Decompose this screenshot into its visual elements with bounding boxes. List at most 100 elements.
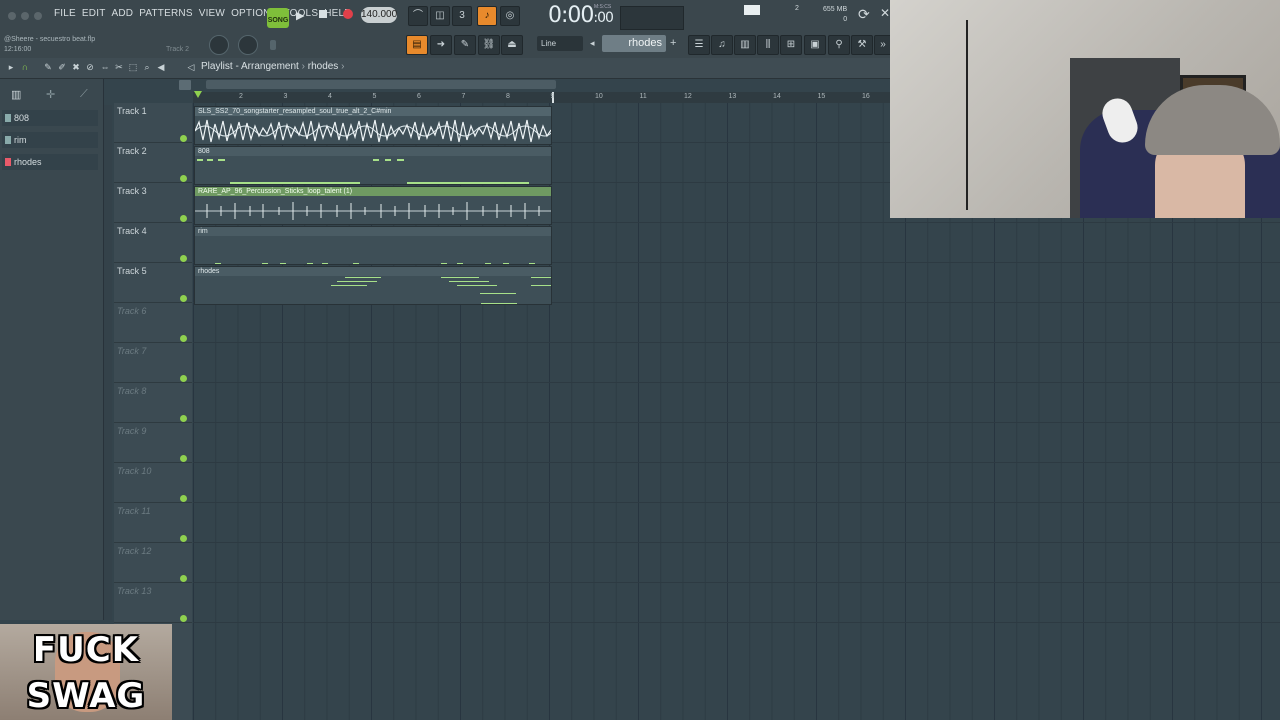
window-maximize-icon[interactable] xyxy=(34,12,42,20)
wait-input-icon[interactable]: ◫ xyxy=(430,6,450,26)
master-volume-knob[interactable] xyxy=(209,35,229,55)
arrow-right-icon[interactable]: ➜ xyxy=(430,35,452,55)
master-pitch-knob[interactable] xyxy=(238,35,258,55)
track-mute-led-icon[interactable] xyxy=(180,135,187,142)
menu-add[interactable]: ADD xyxy=(112,8,134,19)
master-slider[interactable] xyxy=(270,40,276,50)
delete-tool-icon[interactable]: ✖ xyxy=(71,62,81,72)
track-label[interactable]: Track 7 xyxy=(117,346,146,356)
clip-audio-track3[interactable]: RARE_AP_96_Percussion_Sticks_loop_talent… xyxy=(194,186,552,225)
pencil-icon[interactable]: ✎ xyxy=(454,35,476,55)
clip-pattern-808[interactable]: 808 xyxy=(194,146,552,185)
note xyxy=(322,263,328,264)
menu-edit[interactable]: EDIT xyxy=(82,8,106,19)
track-mute-led-icon[interactable] xyxy=(180,535,187,542)
tools-icon[interactable]: ⚒ xyxy=(851,35,873,55)
link-icon[interactable]: ⛓ xyxy=(478,35,500,55)
clipboard-icon[interactable]: ▣ xyxy=(804,35,826,55)
clip-audio-track1[interactable]: SLS_SS2_70_songstarter_resampled_soul_tr… xyxy=(194,106,552,145)
snap-selector[interactable]: Line xyxy=(537,36,583,51)
countdown-icon[interactable]: 3 xyxy=(452,6,472,26)
piano-roll-icon[interactable]: ♫ xyxy=(711,35,733,55)
mixer-icon[interactable]: ⫼ xyxy=(757,35,779,55)
track-label[interactable]: Track 10 xyxy=(117,466,151,476)
clip-pattern-rim[interactable]: rim xyxy=(194,226,552,265)
record-icon[interactable] xyxy=(343,9,353,19)
slice-tool-icon[interactable]: ✂ xyxy=(114,62,124,72)
playhead-marker-icon[interactable] xyxy=(194,91,202,98)
picker-item-label: rhodes xyxy=(14,157,42,167)
track-mute-led-icon[interactable] xyxy=(180,455,187,462)
track-mute-led-icon[interactable] xyxy=(180,575,187,582)
draw-tool-icon[interactable]: ✎ xyxy=(43,62,53,72)
tempo-display[interactable]: 140.000 xyxy=(361,7,397,23)
track-label[interactable]: Track 1 xyxy=(117,106,147,116)
track-mute-led-icon[interactable] xyxy=(180,215,187,222)
track-label[interactable]: Track 13 xyxy=(117,586,151,596)
playlist-view-icon[interactable] xyxy=(179,80,191,90)
channel-rack-icon[interactable]: ▥ xyxy=(734,35,756,55)
window-minimize-icon[interactable] xyxy=(21,12,29,20)
song-mode-button[interactable]: SONG xyxy=(267,8,289,28)
stamp-icon[interactable]: ⏏ xyxy=(501,35,523,55)
track-label[interactable]: Track 5 xyxy=(117,266,147,276)
back-arrow-icon[interactable]: ◁ xyxy=(186,62,196,72)
plugin-picker-icon[interactable]: ⚲ xyxy=(828,35,850,55)
track-label[interactable]: Track 4 xyxy=(117,226,147,236)
track-label[interactable]: Track 8 xyxy=(117,386,146,396)
picker-scrollbar[interactable] xyxy=(104,105,112,620)
track-mute-led-icon[interactable] xyxy=(180,335,187,342)
track-mute-led-icon[interactable] xyxy=(180,255,187,262)
step-edit-icon[interactable]: ♪ xyxy=(477,6,497,26)
magnet-icon[interactable]: ∩ xyxy=(20,62,30,72)
pattern-selector[interactable]: rhodes xyxy=(602,35,666,52)
audio-picker-icon[interactable]: ✛ xyxy=(46,88,55,101)
mute-tool-icon[interactable]: ⊘ xyxy=(85,62,95,72)
playlist-icon[interactable]: ☰ xyxy=(688,35,710,55)
automation-picker-icon[interactable]: ⟋ xyxy=(80,88,88,101)
track-mute-led-icon[interactable] xyxy=(180,375,187,382)
track-mute-led-icon[interactable] xyxy=(180,295,187,302)
snap-icon[interactable]: ▤ xyxy=(406,35,428,55)
menu-file[interactable]: FILE xyxy=(54,8,76,19)
pattern-prev-icon[interactable]: ◂ xyxy=(590,38,595,49)
grid-row-line xyxy=(193,422,1280,423)
timeline-ruler[interactable] xyxy=(193,92,890,103)
add-pattern-icon[interactable]: + xyxy=(670,37,676,49)
blend-notes-icon[interactable]: ◎ xyxy=(500,6,520,26)
horizontal-scrollbar[interactable] xyxy=(206,80,556,89)
menu-patterns[interactable]: PATTERNS xyxy=(139,8,192,19)
metronome-icon[interactable]: ⌒ xyxy=(408,6,428,26)
track-mute-led-icon[interactable] xyxy=(180,175,187,182)
zoom-tool-icon[interactable]: ⌕ xyxy=(142,62,152,72)
close-plugin-icon[interactable]: ✕ xyxy=(880,6,890,20)
slip-tool-icon[interactable]: ⇔ xyxy=(100,62,110,72)
browser-icon[interactable]: ⊞ xyxy=(780,35,802,55)
playlist-menu-icon[interactable]: ▸ xyxy=(6,62,16,72)
piano-picker-icon[interactable]: ▥ xyxy=(11,88,21,101)
picker-item-rhodes[interactable]: rhodes xyxy=(2,154,98,170)
breadcrumb-current[interactable]: rhodes xyxy=(308,61,339,72)
track-label[interactable]: Track 2 xyxy=(117,146,147,156)
picker-item-rim[interactable]: rim xyxy=(2,132,98,148)
window-close-icon[interactable] xyxy=(8,12,16,20)
playback-tool-icon[interactable]: ◀ xyxy=(156,62,166,72)
paint-tool-icon[interactable]: ✐ xyxy=(57,62,67,72)
track-label[interactable]: Track 12 xyxy=(117,546,151,556)
track-label[interactable]: Track 11 xyxy=(117,506,151,516)
breadcrumb-root[interactable]: Playlist - Arrangement xyxy=(201,61,299,72)
track-separator xyxy=(114,382,192,383)
stop-icon[interactable] xyxy=(319,10,327,18)
track-label[interactable]: Track 3 xyxy=(117,186,147,196)
track-mute-led-icon[interactable] xyxy=(180,615,187,622)
track-mute-led-icon[interactable] xyxy=(180,415,187,422)
refresh-icon[interactable]: ⟳ xyxy=(858,6,870,23)
play-icon[interactable]: ▶ xyxy=(296,9,304,22)
track-label[interactable]: Track 9 xyxy=(117,426,146,436)
picker-item-808[interactable]: 808 xyxy=(2,110,98,126)
track-label[interactable]: Track 6 xyxy=(117,306,146,316)
clip-pattern-rhodes[interactable]: rhodes xyxy=(194,266,552,305)
menu-view[interactable]: VIEW xyxy=(199,8,225,19)
track-mute-led-icon[interactable] xyxy=(180,495,187,502)
select-tool-icon[interactable]: ⬚ xyxy=(128,62,138,72)
